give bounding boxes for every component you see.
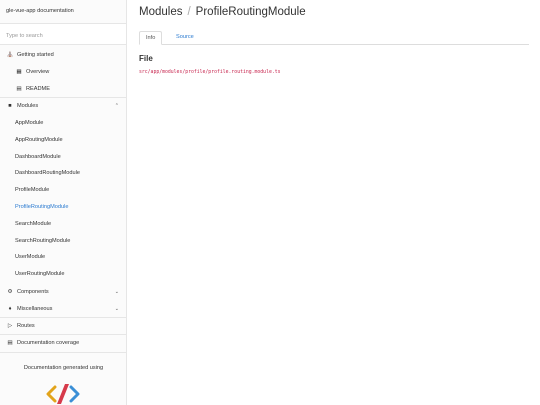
sidebar-title[interactable]: gle-vue-app documentation xyxy=(0,0,126,24)
search-box xyxy=(0,24,126,46)
tab-bar: Info Source xyxy=(139,31,529,45)
menu-readme[interactable]: ▤ README xyxy=(0,81,126,98)
main-content: Modules / ProfileRoutingModule Info Source… xyxy=(127,0,540,405)
module-item[interactable]: UserRoutingModule xyxy=(0,266,126,283)
cubes-icon: ♦ xyxy=(8,306,12,312)
breadcrumb-separator: / xyxy=(187,6,191,18)
module-item[interactable]: SearchRoutingModule xyxy=(0,233,126,250)
compodoc-logo[interactable] xyxy=(46,383,80,405)
breadcrumb: Modules / ProfileRoutingModule xyxy=(139,6,306,18)
menu-label: Routes xyxy=(17,323,35,329)
menu-label: Getting started xyxy=(17,52,54,58)
menu-label: Overview xyxy=(26,69,50,75)
module-item[interactable]: AppModule xyxy=(0,115,126,132)
tab-source[interactable]: Source xyxy=(170,31,200,45)
module-item[interactable]: SearchModule xyxy=(0,216,126,233)
module-item[interactable]: ProfileModule xyxy=(0,182,126,199)
chevron-down-icon: ⌄ xyxy=(114,306,119,312)
menu-getting-started[interactable]: ⛪ Getting started xyxy=(0,47,126,64)
menu-label: Miscellaneous xyxy=(17,306,53,312)
breadcrumb-current: ProfileRoutingModule xyxy=(195,6,306,18)
menu-routes[interactable]: ▷ Routes xyxy=(0,318,126,335)
grid-icon: ▦ xyxy=(16,69,22,75)
routes-icon: ▷ xyxy=(7,323,13,329)
module-item[interactable]: ProfileRoutingModule xyxy=(0,199,126,216)
menu-coverage[interactable]: ▤ Documentation coverage xyxy=(0,335,126,352)
module-item[interactable]: DashboardRoutingModule xyxy=(0,165,126,182)
tab-info[interactable]: Info xyxy=(139,31,163,45)
menu-label: Documentation coverage xyxy=(17,340,80,346)
file-heading: File xyxy=(139,54,153,63)
chevron-down-icon: ⌄ xyxy=(114,289,119,295)
archive-icon: ■ xyxy=(8,103,12,109)
file-path: src/app/modules/profile/profile.routing.… xyxy=(139,70,281,75)
home-icon: ⛪ xyxy=(6,52,14,58)
menu-label: Components xyxy=(17,289,49,295)
menu-divider xyxy=(0,352,126,353)
menu-modules[interactable]: ■ Modules ⌃ xyxy=(0,98,126,115)
sidebar: gle-vue-app documentation ⛪Getting start… xyxy=(0,0,127,405)
menu-miscellaneous[interactable]: ♦ Miscellaneous ⌄ xyxy=(0,301,126,318)
cogs-icon: ⚙ xyxy=(7,289,13,295)
list-icon: ▤ xyxy=(7,340,13,346)
menu-components[interactable]: ⚙ Components ⌄ xyxy=(0,284,126,301)
chevron-up-icon: ⌃ xyxy=(114,103,119,109)
module-item[interactable]: DashboardModule xyxy=(0,149,126,166)
menu-label: README xyxy=(26,86,50,92)
generated-using-text: Documentation generated using xyxy=(23,365,104,371)
menu-overview[interactable]: ▦ Overview xyxy=(0,64,126,81)
module-item[interactable]: UserModule xyxy=(0,249,126,266)
search-input[interactable] xyxy=(0,26,126,46)
module-item[interactable]: AppRoutingModule xyxy=(0,132,126,149)
file-icon: ▤ xyxy=(16,86,22,92)
breadcrumb-root[interactable]: Modules xyxy=(139,6,182,18)
menu-label: Modules xyxy=(17,103,39,109)
